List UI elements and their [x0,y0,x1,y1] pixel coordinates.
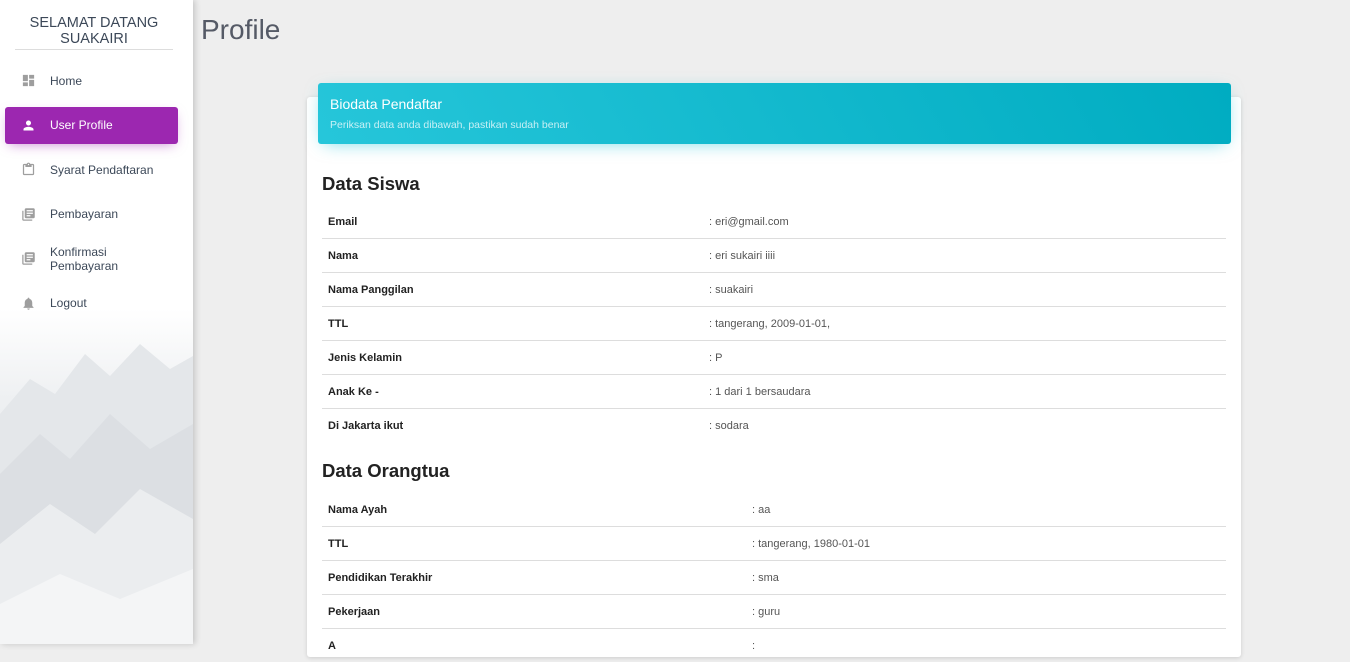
sidebar-item-label: Home [50,74,82,88]
field-value: : tangerang, 2009-01-01, [709,307,1226,341]
person-icon [20,117,36,133]
clipboard-icon [20,162,36,178]
field-value: : 1 dari 1 bersaudara [709,375,1226,409]
field-label: Email [322,205,709,239]
sidebar-item-label: Pembayaran [50,207,118,221]
table-row: Nama: eri sukairi iiii [322,239,1226,273]
table-row: Nama Panggilan: suakairi [322,273,1226,307]
field-label: Nama [322,239,709,273]
sidebar-item-label: Syarat Pendaftaran [50,163,153,177]
sidebar-item-logout[interactable]: Logout [5,285,178,322]
field-label: Nama Ayah [322,493,752,527]
section-title-data-orangtua: Data Orangtua [322,460,449,482]
card-subtitle: Periksan data anda dibawah, pastikan sud… [330,119,569,131]
field-label: Pendidikan Terakhir [322,561,752,595]
field-label: TTL [322,527,752,561]
sidebar-item-pembayaran[interactable]: Pembayaran [5,196,178,233]
table-row: Email: eri@gmail.com [322,205,1226,239]
sidebar-item-label: User Profile [50,118,113,132]
field-value: : aa [752,493,1226,527]
field-value: : [752,629,1226,662]
sidebar-item-konfirmasi-pembayaran[interactable]: Konfirmasi Pembayaran [5,240,178,277]
data-orangtua-table: Nama Ayah: aa TTL: tangerang, 1980-01-01… [322,493,1226,662]
page-title: Profile [201,14,280,46]
sidebar-divider [15,49,173,50]
section-title-data-siswa: Data Siswa [322,173,420,195]
field-label: Nama Panggilan [322,273,709,307]
field-value: : P [709,341,1226,375]
table-row: TTL: tangerang, 1980-01-01 [322,527,1226,561]
card-header: Biodata Pendaftar Periksan data anda dib… [318,83,1231,144]
table-row: Jenis Kelamin: P [322,341,1226,375]
field-label: Anak Ke - [322,375,709,409]
table-row: A: [322,629,1226,662]
table-row: Anak Ke -: 1 dari 1 bersaudara [322,375,1226,409]
library-books-icon [20,206,36,222]
card-title: Biodata Pendaftar [330,96,442,112]
sidebar-item-user-profile[interactable]: User Profile [5,107,178,144]
table-row: Nama Ayah: aa [322,493,1226,527]
sidebar-item-label: Logout [50,296,87,310]
field-value: : tangerang, 1980-01-01 [752,527,1226,561]
field-value: : eri@gmail.com [709,205,1226,239]
dashboard-icon [20,73,36,89]
field-label: TTL [322,307,709,341]
table-row: Di Jakarta ikut: sodara [322,409,1226,443]
table-row: Pendidikan Terakhir: sma [322,561,1226,595]
sidebar-background-image [0,284,193,644]
field-value: : sma [752,561,1226,595]
table-row: TTL: tangerang, 2009-01-01, [322,307,1226,341]
field-value: : eri sukairi iiii [709,239,1226,273]
field-value: : suakairi [709,273,1226,307]
field-value: : sodara [709,409,1226,443]
sidebar: SELAMAT DATANG SUAKAIRI Home User Profil… [0,0,193,644]
field-label: Jenis Kelamin [322,341,709,375]
table-row: Pekerjaan: guru [322,595,1226,629]
sidebar-brand[interactable]: SELAMAT DATANG SUAKAIRI [0,15,188,47]
sidebar-nav: Home User Profile Syarat Pendaftaran Pem… [0,62,193,329]
bell-icon [20,295,36,311]
sidebar-item-label: Konfirmasi Pembayaran [50,245,178,273]
field-label: Pekerjaan [322,595,752,629]
field-label: Di Jakarta ikut [322,409,709,443]
field-label: A [322,629,752,662]
sidebar-item-home[interactable]: Home [5,62,178,99]
field-value: : guru [752,595,1226,629]
library-books-icon [20,251,36,267]
sidebar-item-syarat-pendaftaran[interactable]: Syarat Pendaftaran [5,151,178,188]
data-siswa-table: Email: eri@gmail.com Nama: eri sukairi i… [322,205,1226,442]
